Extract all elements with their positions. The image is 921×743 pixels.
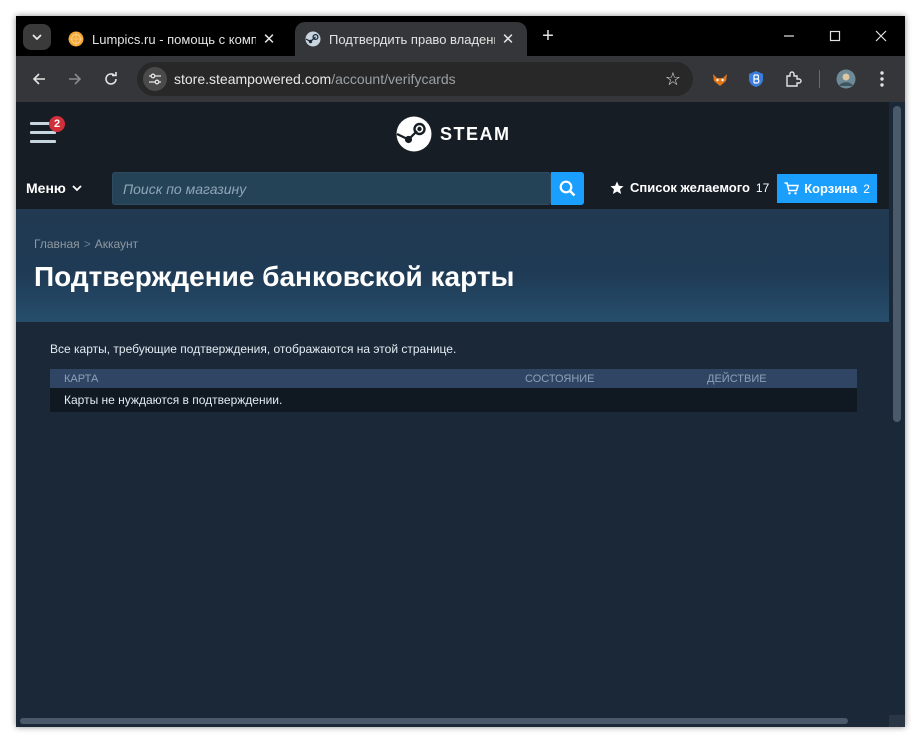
breadcrumb-home-link[interactable]: Главная [34,237,80,251]
url-text: store.steampowered.com/account/verifycar… [174,71,456,87]
page-title: Подтверждение банковской карты [34,261,515,292]
fox-extension-icon[interactable] [709,68,731,90]
cart-count: 2 [863,181,870,196]
close-window-button[interactable] [866,24,896,48]
wishlist-link[interactable]: Список желаемого 17 [610,180,769,195]
column-header-action: Действие [707,372,767,385]
scrollbar-corner [889,715,905,727]
tab-search-button[interactable] [23,24,51,50]
notification-badge: 2 [49,116,65,132]
page-hero: Главная > Аккаунт Подтверждение банковской… [16,209,889,322]
store-menu-button[interactable]: Меню [26,180,82,196]
cart-button[interactable]: Корзина 2 [777,174,877,203]
breadcrumb-account-link[interactable]: Аккаунт [95,237,138,251]
arrow-right-icon [69,73,82,85]
intro-text: Все карты, требующие подтверждения, отоб… [50,342,457,356]
forward-button[interactable] [62,66,88,92]
minimize-icon [784,35,794,37]
profile-avatar-icon[interactable] [835,68,857,90]
star-icon [610,181,624,194]
maximize-button[interactable] [820,24,850,48]
steam-logo[interactable]: STEAM [396,116,511,152]
horizontal-scroll-thumb[interactable] [20,718,848,724]
tab-strip: Lumpics.ru - помощь с компью ✕ Подтверди… [16,16,905,56]
shield-extension-icon[interactable] [745,68,767,90]
tab-title: Lumpics.ru - помощь с компью [92,31,256,47]
site-info-button[interactable] [143,67,167,91]
chevron-down-icon [32,33,42,40]
back-button[interactable] [26,66,52,92]
url-host: store.steampowered.com [174,71,332,87]
tab-close-icon[interactable]: ✕ [260,30,278,48]
toolbar-separator [819,70,820,88]
browser-toolbar: store.steampowered.com/account/verifycar… [16,56,905,102]
tab-steam-verify[interactable]: Подтвердить право владения к ✕ [295,22,527,56]
close-icon [875,30,887,42]
page-content: Все карты, требующие подтверждения, отоб… [16,322,889,715]
store-search-box[interactable] [112,172,551,205]
tab-close-icon[interactable]: ✕ [499,30,517,48]
tune-icon [149,73,161,85]
table-row: Карты не нуждаются в подтверждении. [50,388,857,412]
maximize-icon [829,30,841,42]
browser-menu-icon[interactable] [871,68,893,90]
breadcrumb: Главная > Аккаунт [34,237,138,251]
cards-table: Карта Состояние Действие Карты не нуждаю… [50,369,857,412]
breadcrumb-separator: > [83,237,91,251]
lumpics-orange-icon [68,31,84,47]
new-tab-button[interactable]: + [536,24,560,48]
url-path: /account/verifycards [331,71,456,87]
horizontal-scrollbar[interactable] [16,715,889,727]
steam-logo-text: STEAM [440,123,511,144]
wishlist-label: Список желаемого [630,180,750,195]
reload-button[interactable] [98,66,124,92]
column-header-status: Состояние [525,372,595,385]
table-header: Карта Состояние Действие [50,369,857,388]
steam-logo-icon [396,116,432,152]
vertical-scroll-thumb[interactable] [893,106,901,422]
steam-header: 2 STEAM [16,102,889,167]
steam-icon [305,31,321,47]
minimize-button[interactable] [774,24,804,48]
browser-window: Lumpics.ru - помощь с компью ✕ Подтверди… [16,16,905,727]
empty-table-message: Карты не нуждаются в подтверждении. [64,393,283,407]
reload-icon [105,72,117,85]
tab-lumpics[interactable]: Lumpics.ru - помощь с компью ✕ [58,22,288,56]
cart-label: Корзина [804,181,858,196]
store-menu-label: Меню [26,180,66,196]
wishlist-count: 17 [755,180,770,195]
arrow-left-icon [32,73,45,85]
puzzle-extensions-icon[interactable] [782,68,804,90]
chevron-down-icon [72,184,82,191]
store-search-button[interactable] [551,172,584,205]
tab-title: Подтвердить право владения к [329,31,495,47]
bookmark-star-icon[interactable]: ☆ [665,69,681,89]
vertical-scrollbar[interactable] [889,102,905,727]
steam-store-nav: Меню Список желаемого 17 Корзина 2 [16,167,889,209]
store-search-input[interactable] [113,173,550,204]
column-header-card: Карта [64,372,99,385]
cart-icon [784,182,800,195]
address-bar[interactable]: store.steampowered.com/account/verifycar… [137,62,693,96]
search-icon [559,180,576,197]
